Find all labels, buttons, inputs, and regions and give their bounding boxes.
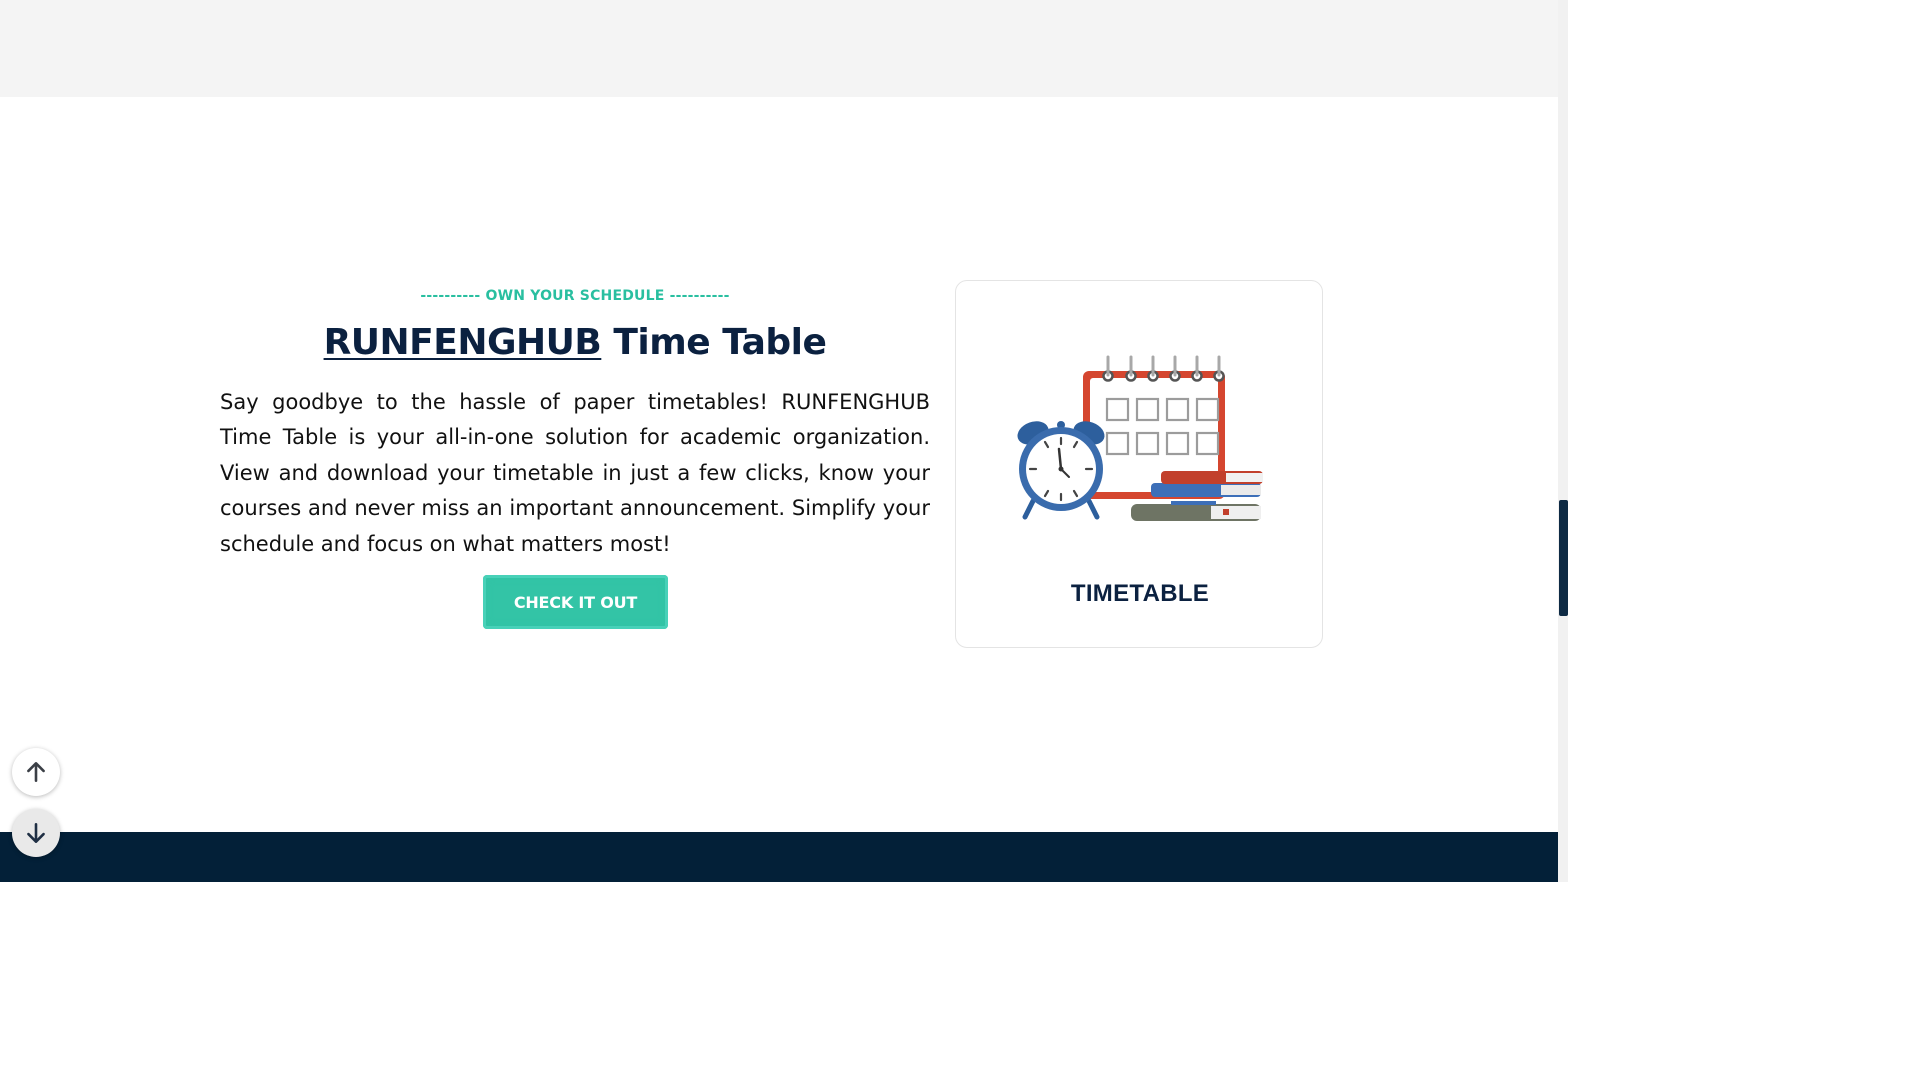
- section-description: Say goodbye to the hassle of paper timet…: [220, 390, 930, 556]
- footer-band: [0, 832, 1558, 882]
- arrow-up-icon: [27, 762, 45, 782]
- title-rest: Time Table: [601, 322, 827, 363]
- arrow-down-icon: [27, 823, 45, 843]
- timetable-card[interactable]: TIMETABLE: [955, 280, 1323, 648]
- section-title: RUNFENGHUB Time Table: [220, 322, 930, 363]
- check-it-out-button[interactable]: CHECK IT OUT: [483, 575, 668, 629]
- scroll-up-button[interactable]: [12, 748, 60, 796]
- top-section-band: [0, 0, 1558, 97]
- calendar-clock-books-icon: [1017, 355, 1263, 521]
- scroll-down-button[interactable]: [12, 809, 60, 857]
- card-label: TIMETABLE: [1070, 580, 1210, 607]
- section-eyebrow: ---------- OWN YOUR SCHEDULE ----------: [420, 288, 730, 304]
- page: ---------- OWN YOUR SCHEDULE ---------- …: [0, 0, 1568, 882]
- title-brand-link[interactable]: RUNFENGHUB: [324, 322, 602, 363]
- scrollbar-thumb[interactable]: [1559, 500, 1568, 616]
- page-scrollbar[interactable]: [1558, 0, 1568, 882]
